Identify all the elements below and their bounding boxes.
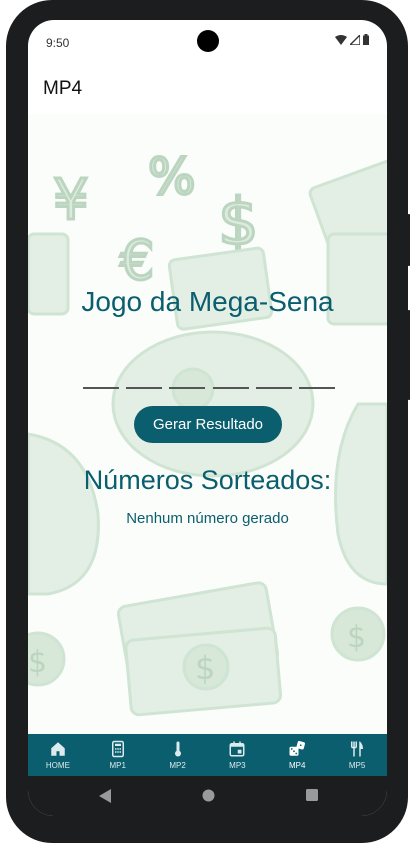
drawn-numbers-status: Nenhum número gerado: [126, 510, 289, 527]
nav-item-label: MP2: [169, 761, 186, 770]
front-camera: [197, 30, 219, 52]
mega-sena-content: ¥ % $ € $ $ $ Jogo da Mega-Sena Gerar Re…: [28, 114, 387, 734]
app-title: MP4: [43, 78, 83, 99]
svg-text:$: $: [195, 649, 215, 687]
svg-text:$: $: [28, 645, 47, 680]
signal-icon: [350, 34, 360, 45]
nav-item-label: MP5: [348, 761, 366, 770]
calculator-icon: [111, 740, 124, 758]
battery-icon: [363, 34, 369, 45]
nav-item-label: MP4: [289, 761, 306, 770]
status-bar: 9:50: [28, 20, 387, 64]
svg-text:¥: ¥: [53, 168, 89, 233]
nav-item-mp4[interactable]: MP4: [267, 734, 327, 776]
dice-icon: [289, 740, 306, 756]
number-slots: [83, 369, 335, 389]
bottom-navigation: HOME MP1 MP2 MP3 MP4 MP5: [28, 734, 387, 776]
back-icon[interactable]: [99, 789, 111, 803]
recents-icon[interactable]: [306, 789, 318, 801]
nav-item-label: MP3: [229, 761, 246, 770]
wifi-icon: [335, 34, 347, 45]
status-time: 9:50: [46, 36, 70, 50]
drawn-numbers-title: Números Sorteados:: [83, 465, 332, 495]
number-slot: [255, 369, 292, 389]
thermometer-icon: [174, 741, 181, 757]
nav-item-label: HOME: [45, 761, 70, 770]
nav-item-mp5[interactable]: MP5: [327, 734, 387, 776]
volume-button: [406, 214, 410, 266]
nav-item-home[interactable]: HOME: [28, 734, 88, 776]
screen: 9:50 MP4 ¥ % $ € $ $ $ Jogo da Mega-Sena…: [28, 20, 387, 816]
number-slot: [212, 369, 249, 389]
system-navigation-bar: [28, 776, 387, 816]
number-slot: [298, 369, 335, 389]
app-bar: MP4: [28, 64, 387, 114]
number-slot: [83, 369, 119, 389]
home-circle-icon[interactable]: [202, 789, 215, 802]
number-slot: [126, 369, 163, 389]
nav-item-mp3[interactable]: MP3: [207, 734, 267, 776]
game-title: Jogo da Mega-Sena: [81, 286, 334, 317]
nav-item-label: MP1: [109, 761, 126, 770]
svg-text:€: €: [120, 229, 154, 292]
generate-result-button[interactable]: Gerar Resultado: [134, 406, 282, 443]
power-button: [406, 310, 410, 400]
svg-text:$: $: [347, 620, 366, 655]
nav-item-mp2[interactable]: MP2: [148, 734, 208, 776]
status-icons: [335, 34, 369, 45]
number-slot: [169, 369, 206, 389]
calendar-icon: [229, 741, 245, 757]
home-icon: [51, 742, 65, 756]
restaurant-icon: [351, 741, 364, 757]
svg-text:%: %: [148, 148, 196, 206]
nav-item-mp1[interactable]: MP1: [88, 734, 148, 776]
